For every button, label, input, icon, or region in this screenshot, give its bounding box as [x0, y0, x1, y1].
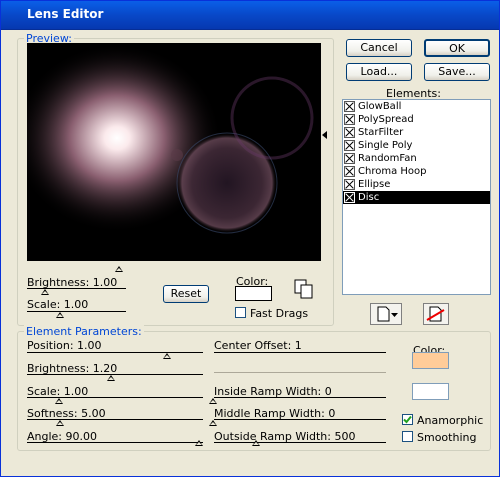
element-item-label: StarFilter — [358, 127, 404, 138]
fast-drags-checkbox[interactable] — [235, 307, 246, 318]
separator — [214, 372, 386, 373]
element-item-label: Ellipse — [358, 179, 391, 190]
brightness-thumb[interactable] — [107, 375, 115, 381]
anamorphic-checkbox[interactable] — [402, 414, 413, 425]
reset-button[interactable]: Reset — [163, 285, 209, 303]
element-enabled-checkbox[interactable] — [344, 127, 355, 138]
preview-scale-track[interactable] — [27, 311, 126, 312]
element-list-item[interactable]: StarFilter — [343, 126, 490, 139]
element-parameters-legend: Element Parameters: — [24, 325, 144, 338]
element-enabled-checkbox[interactable] — [344, 140, 355, 151]
delete-element-button[interactable] — [423, 303, 449, 325]
elements-list[interactable]: GlowBall PolySpread StarFilter Single Poly R… — [342, 99, 491, 295]
preview-color-swatch[interactable] — [235, 286, 272, 301]
outside-ramp-width-thumb[interactable] — [252, 440, 260, 446]
element-list-item[interactable]: PolySpread — [343, 113, 490, 126]
element-list-item[interactable]: Disc — [343, 191, 490, 204]
position-label: Position: 1.00 — [27, 339, 102, 352]
element-list-item[interactable]: GlowBall — [343, 100, 490, 113]
center-offset-label: Center Offset: 1 — [214, 339, 302, 352]
secondary-color-swatch[interactable] — [412, 383, 449, 400]
title-bar[interactable]: Lens Editor — [1, 1, 499, 30]
preview-scale-thumb[interactable] — [56, 312, 64, 318]
copy-color-icon[interactable] — [293, 278, 315, 300]
element-list-item[interactable]: Chroma Hoop — [343, 165, 490, 178]
element-item-label: RandomFan — [358, 153, 417, 164]
scale-track[interactable] — [27, 397, 203, 398]
element-item-label: PolySpread — [358, 114, 414, 125]
lens-flare-preview — [27, 43, 321, 261]
middle-ramp-width-track[interactable] — [214, 419, 386, 420]
middle-ramp-width-thumb[interactable] — [209, 420, 217, 426]
element-list-item[interactable]: Ellipse — [343, 178, 490, 191]
inside-ramp-width-track[interactable] — [214, 397, 386, 398]
angle-thumb[interactable] — [195, 440, 203, 446]
fast-drags-label: Fast Drags — [250, 307, 309, 320]
brightness-track[interactable] — [27, 374, 203, 375]
position-track[interactable] — [27, 352, 203, 353]
element-enabled-checkbox[interactable] — [344, 179, 355, 190]
load-button[interactable]: Load... — [346, 63, 412, 81]
element-enabled-checkbox[interactable] — [344, 166, 355, 177]
add-element-button[interactable] — [370, 303, 402, 325]
element-enabled-checkbox[interactable] — [344, 153, 355, 164]
element-list-item[interactable]: RandomFan — [343, 152, 490, 165]
position-thumb[interactable] — [163, 353, 171, 359]
new-element-icon — [377, 306, 398, 322]
lens-editor-window: Lens Editor Preview: Brightness: 1.00 Sc… — [0, 0, 500, 477]
element-item-label: Chroma Hoop — [358, 166, 427, 177]
window-title: Lens Editor — [27, 7, 104, 21]
preview-marker-icon[interactable] — [322, 131, 327, 139]
preview-canvas[interactable] — [27, 43, 321, 261]
outside-ramp-width-track[interactable] — [214, 442, 386, 443]
ok-button[interactable]: OK — [424, 39, 490, 57]
element-list-item[interactable]: Single Poly — [343, 139, 490, 152]
preview-brightness-thumb[interactable] — [41, 289, 49, 295]
element-enabled-checkbox[interactable] — [344, 101, 355, 112]
element-color-swatch[interactable] — [412, 352, 449, 369]
softness-track[interactable] — [27, 419, 203, 420]
preview-scale-label: Scale: 1.00 — [27, 298, 89, 311]
scale-thumb[interactable] — [55, 398, 63, 404]
element-item-label: Disc — [358, 192, 380, 203]
smoothing-label: Smoothing — [417, 431, 477, 444]
softness-thumb[interactable] — [56, 420, 64, 426]
center-offset-track[interactable] — [214, 352, 386, 353]
preview-position-thumb[interactable] — [115, 266, 123, 272]
save-button[interactable]: Save... — [424, 63, 490, 81]
element-enabled-checkbox[interactable] — [344, 114, 355, 125]
checkmark-icon — [403, 415, 412, 424]
anamorphic-label: Anamorphic — [417, 414, 484, 427]
element-item-label: GlowBall — [358, 101, 402, 112]
inside-ramp-width-thumb[interactable] — [209, 398, 217, 404]
smoothing-checkbox[interactable] — [402, 431, 413, 442]
cancel-button[interactable]: Cancel — [346, 39, 412, 57]
element-item-label: Single Poly — [358, 140, 413, 151]
delete-element-icon — [426, 306, 445, 322]
element-enabled-checkbox[interactable] — [344, 192, 355, 203]
angle-track[interactable] — [27, 442, 203, 443]
